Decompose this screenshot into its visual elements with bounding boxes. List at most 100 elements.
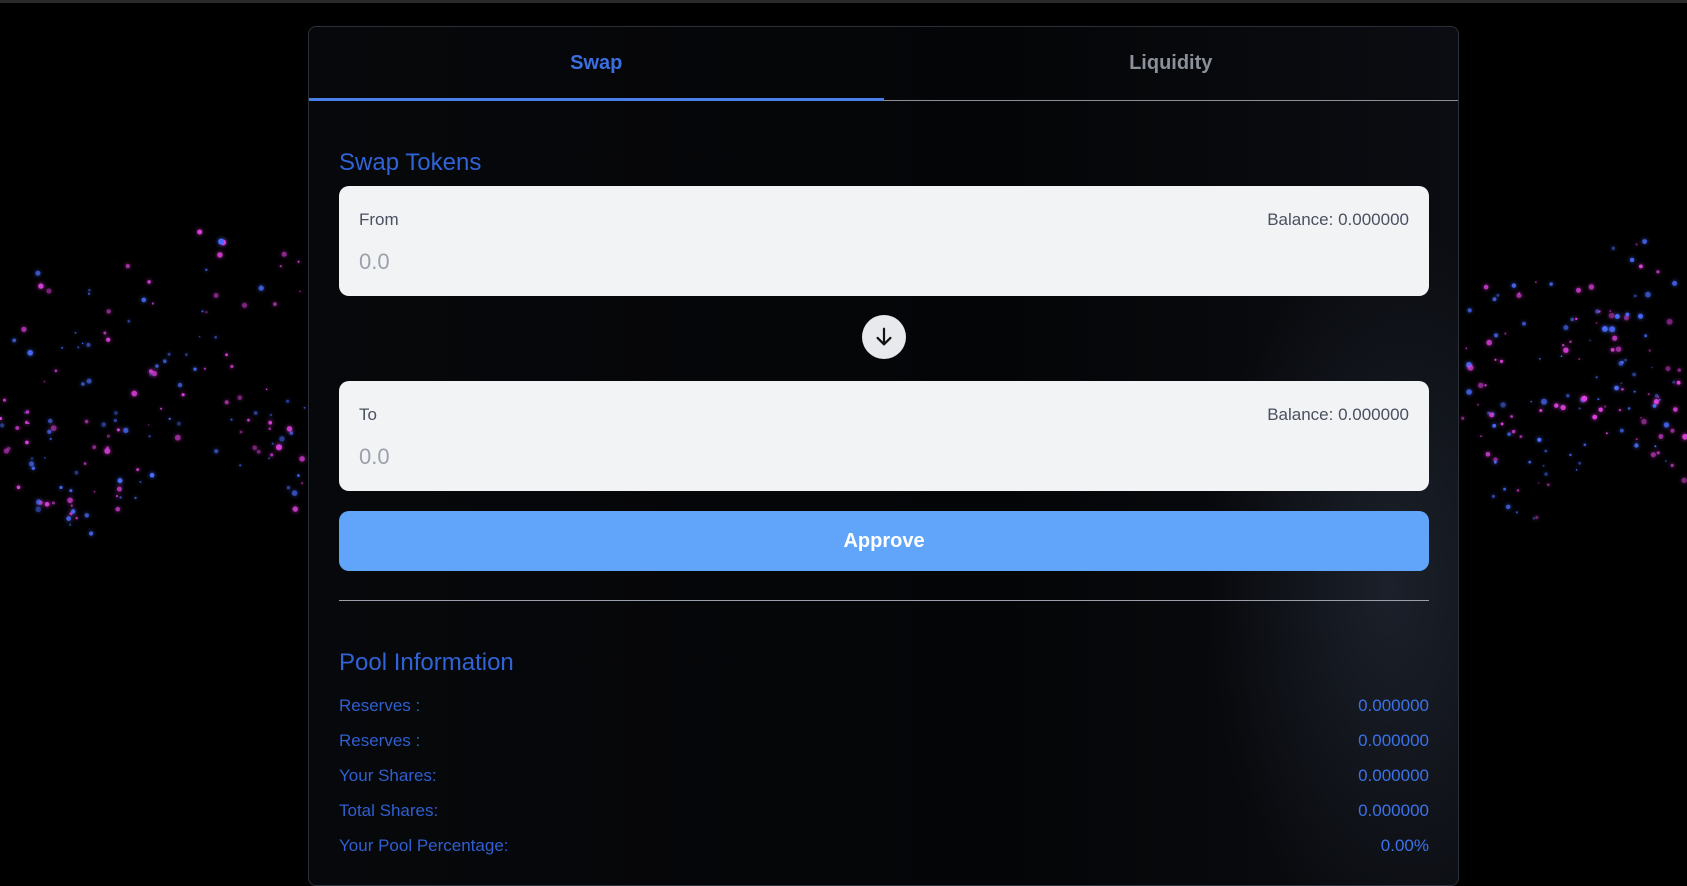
particle — [66, 516, 71, 521]
particle — [1491, 494, 1495, 498]
particle — [256, 449, 261, 454]
particle — [46, 288, 52, 294]
particle — [281, 251, 287, 257]
pool-row-value: 0.000000 — [1358, 696, 1429, 715]
particle — [1542, 464, 1545, 467]
particle — [168, 417, 171, 420]
particle — [1554, 403, 1559, 408]
particle — [265, 388, 268, 391]
particle — [1478, 382, 1484, 389]
particle — [1658, 434, 1664, 439]
particle — [1537, 482, 1540, 484]
particle — [74, 470, 79, 475]
particle — [1467, 308, 1472, 313]
particle — [197, 229, 203, 235]
particle — [205, 268, 208, 272]
particle — [24, 411, 27, 414]
particle — [218, 238, 225, 245]
to-token-panel: To Balance: 0.000000 — [339, 381, 1429, 491]
particle — [84, 513, 90, 518]
particle — [1656, 270, 1660, 274]
from-label: From — [359, 210, 399, 229]
particle — [1655, 394, 1659, 398]
particle — [177, 421, 181, 426]
particle — [185, 353, 188, 356]
particle — [1618, 408, 1622, 412]
particle — [147, 280, 151, 284]
particle — [1569, 340, 1572, 343]
particle — [1619, 428, 1624, 433]
particle — [1589, 339, 1591, 342]
particle — [38, 500, 44, 505]
to-amount-input[interactable] — [359, 441, 1409, 473]
particle — [69, 489, 73, 493]
particle — [155, 364, 159, 368]
tab-swap[interactable]: Swap — [309, 27, 884, 101]
pool-row-label: Total Shares: — [339, 801, 439, 820]
particle — [1621, 388, 1624, 391]
particle — [1499, 359, 1504, 363]
particle — [43, 456, 46, 459]
particle — [136, 468, 140, 472]
particle — [299, 456, 305, 462]
particle — [88, 289, 91, 292]
particle — [1639, 264, 1643, 269]
particle — [247, 418, 250, 422]
particle — [1511, 283, 1517, 288]
particle — [1625, 312, 1630, 317]
particle — [297, 474, 300, 477]
particle — [1641, 418, 1647, 425]
particle — [1492, 412, 1495, 415]
particle — [15, 426, 20, 430]
pool-row-value: 0.000000 — [1358, 766, 1429, 785]
particle — [225, 353, 229, 357]
particle — [1578, 358, 1581, 360]
particle — [1560, 355, 1563, 358]
particle — [1484, 384, 1487, 387]
particle — [1666, 318, 1673, 325]
particle — [1492, 297, 1497, 302]
particle — [1623, 315, 1629, 321]
particle — [1608, 312, 1615, 319]
particle — [1620, 382, 1623, 385]
particle — [25, 440, 29, 445]
particle — [141, 297, 147, 303]
swap-title: Swap Tokens — [339, 149, 482, 176]
particle — [1507, 432, 1511, 436]
particle — [1503, 487, 1506, 491]
particle — [299, 290, 301, 293]
particle — [1624, 358, 1627, 362]
particle — [1592, 414, 1598, 420]
particle — [214, 449, 219, 454]
tab-liquidity[interactable]: Liquidity — [884, 27, 1459, 100]
particle — [75, 516, 79, 520]
particle — [81, 342, 84, 345]
particle — [52, 501, 55, 505]
particle — [89, 531, 94, 536]
particle — [1615, 314, 1620, 319]
from-amount-input[interactable] — [359, 246, 1409, 278]
particle — [123, 427, 129, 433]
particle — [77, 346, 80, 349]
particle — [148, 435, 151, 438]
particle — [1494, 358, 1497, 361]
particle — [230, 418, 233, 421]
particle — [268, 427, 272, 431]
particle — [291, 490, 298, 496]
particle — [67, 497, 73, 504]
particle — [116, 486, 122, 492]
particle — [289, 431, 294, 435]
particle — [1465, 347, 1468, 350]
particle — [1532, 517, 1536, 520]
particle — [273, 302, 277, 306]
particle — [21, 326, 27, 332]
particle — [1537, 437, 1542, 442]
particle — [27, 422, 30, 425]
particle — [1512, 429, 1516, 434]
swap-direction-button[interactable] — [862, 315, 906, 359]
approve-button[interactable]: Approve — [339, 511, 1429, 571]
particle — [252, 445, 257, 451]
particle — [193, 367, 197, 371]
particle — [101, 422, 106, 427]
particle — [1604, 405, 1607, 408]
